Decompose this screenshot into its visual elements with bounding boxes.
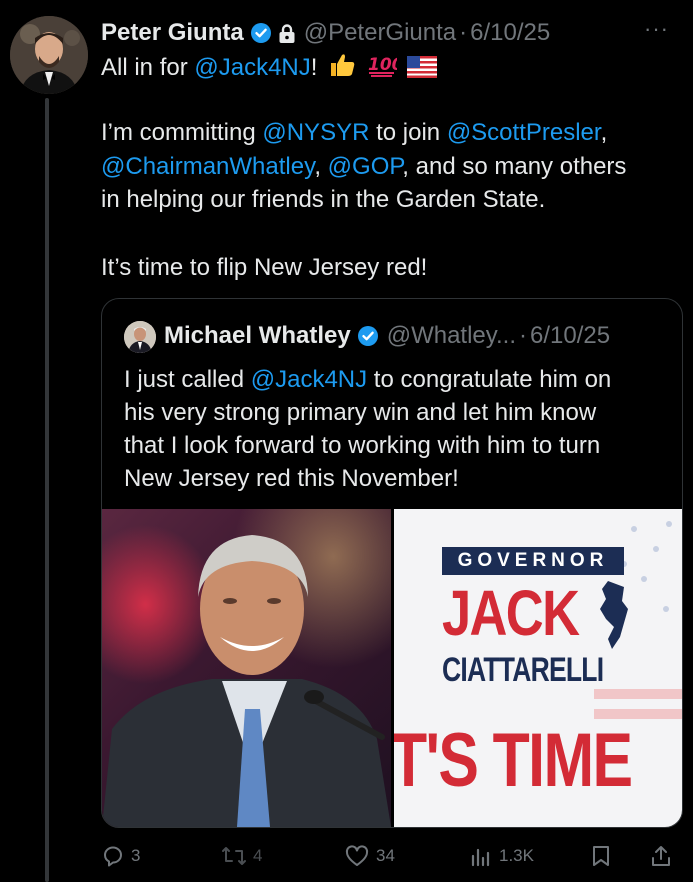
quote-author-name[interactable]: Michael Whatley xyxy=(164,322,351,350)
reply-count: 3 xyxy=(131,846,141,865)
bookmark-button[interactable] xyxy=(589,838,619,874)
quote-text-line-2: his very strong primary win and let him … xyxy=(124,399,597,426)
quote-header: Michael Whatley @Whatley... · 6/10/25 xyxy=(164,319,610,353)
reply-icon xyxy=(103,846,122,867)
quote-text-line-3: that I look forward to working with him … xyxy=(124,432,601,459)
governor-label: GOVERNOR xyxy=(442,547,624,575)
hundred-emoji: 100 xyxy=(367,52,403,88)
reply-button[interactable]: 3 xyxy=(101,838,140,874)
quoted-tweet[interactable]: Michael Whatley @Whatley... · 6/10/25 I … xyxy=(101,298,683,828)
lock-icon xyxy=(278,23,296,43)
mention-link[interactable]: @GOP xyxy=(328,153,403,180)
quote-author-avatar[interactable] xyxy=(124,321,156,353)
repost-count: 4 xyxy=(253,846,263,865)
tweet-text-line-4: in helping our friends in the Garden Sta… xyxy=(101,186,546,213)
tweet-date[interactable]: 6/10/25 xyxy=(470,19,550,47)
more-icon[interactable]: ··· xyxy=(644,16,669,42)
text-segment: All in for xyxy=(101,54,195,81)
tweet-text-line-1: All in for @Jack4NJ! 100 xyxy=(101,51,438,88)
views-icon xyxy=(471,848,490,867)
text-segment: ! xyxy=(310,54,318,81)
quote-date[interactable]: 6/10/25 xyxy=(530,322,610,350)
author-name[interactable]: Peter Giunta xyxy=(101,19,244,47)
campaign-graphic[interactable]: GOVERNOR JACK CIATTARELLI T'S TIME xyxy=(394,509,682,827)
tweet-header: Peter Giunta @PeterGiunta · 6/10/25 ··· xyxy=(101,16,683,50)
quote-author-handle[interactable]: @Whatley... xyxy=(387,322,516,350)
tweet-text-line-5: It’s time to flip New Jersey red! xyxy=(101,254,428,281)
quote-text-line-1: I just called @Jack4NJ to congratulate h… xyxy=(124,363,611,396)
separator-dot: · xyxy=(459,19,468,46)
like-icon xyxy=(345,845,369,866)
like-button[interactable]: 34 xyxy=(344,838,395,874)
tweet-text-line-3: @ChairmanWhatley, @GOP, and so many othe… xyxy=(101,150,626,184)
action-bar: 3 4 34 1.3K xyxy=(101,838,681,874)
text-segment: , and so many others xyxy=(402,153,627,180)
jack-label: JACK xyxy=(442,577,580,649)
mention-link[interactable]: @NYSYR xyxy=(262,119,369,146)
bookmark-icon xyxy=(593,846,609,866)
mention-link[interactable]: @ScottPresler xyxy=(447,119,601,146)
quote-text-line-4: New Jersey red this November! xyxy=(124,465,459,492)
text-segment: , xyxy=(600,119,608,146)
author-avatar[interactable] xyxy=(10,16,88,94)
share-button[interactable] xyxy=(649,838,679,874)
separator-dot: · xyxy=(519,322,527,349)
mention-link[interactable]: @Jack4NJ xyxy=(194,54,310,81)
repost-icon xyxy=(222,847,246,865)
new-jersey-map-icon xyxy=(600,581,628,649)
share-icon xyxy=(652,846,670,866)
verified-icon xyxy=(357,325,379,347)
mention-link[interactable]: @Jack4NJ xyxy=(251,366,367,393)
repost-button[interactable]: 4 xyxy=(221,838,262,874)
text-segment: I’m committing xyxy=(101,119,263,146)
verified-icon xyxy=(250,22,272,44)
author-handle[interactable]: @PeterGiunta xyxy=(304,19,456,47)
view-count: 1.3K xyxy=(499,846,534,865)
candidate-photo[interactable] xyxy=(102,509,391,827)
thumbs-up-emoji xyxy=(328,52,356,88)
thread-line xyxy=(45,98,49,882)
mention-link[interactable]: @ChairmanWhatley xyxy=(101,153,314,180)
views-button[interactable]: 1.3K xyxy=(469,838,534,874)
like-count: 34 xyxy=(376,846,395,865)
tweet-text-line-2: I’m committing @NYSYR to join @ScottPres… xyxy=(101,116,607,150)
surname-label: CIATTARELLI xyxy=(442,651,604,689)
text-segment: to join xyxy=(369,119,447,146)
text-segment: to congratulate him on xyxy=(367,366,612,393)
slogan-label: T'S TIME xyxy=(394,718,633,803)
text-segment: , xyxy=(314,153,328,180)
text-segment: I just called xyxy=(124,366,251,393)
us-flag-emoji xyxy=(407,54,438,88)
